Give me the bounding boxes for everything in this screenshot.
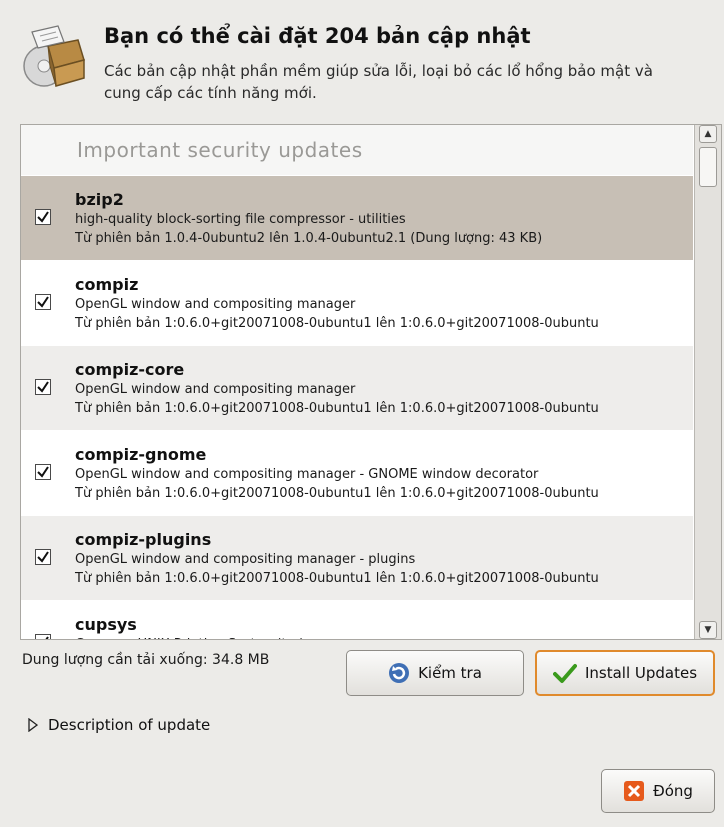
- update-version: Từ phiên bản 1:0.6.0+git20071008-0ubuntu…: [75, 316, 599, 331]
- update-description: Common UNIX Printing System(tm) - server: [75, 637, 358, 639]
- update-row[interactable]: bzip2 high-quality block-sorting file com…: [21, 175, 693, 260]
- description-expander[interactable]: Description of update: [28, 716, 210, 734]
- close-icon: [624, 781, 645, 801]
- update-description: OpenGL window and compositing manager - …: [75, 552, 416, 567]
- download-size-label: Dung lượng cần tải xuống: 34.8 MB: [22, 652, 270, 668]
- update-name: compiz: [75, 275, 139, 294]
- refresh-icon: [389, 663, 410, 683]
- scroll-up-button[interactable]: ▲: [699, 125, 717, 143]
- scrollbar-thumb[interactable]: [699, 147, 717, 187]
- update-checkbox[interactable]: [35, 209, 51, 225]
- update-row[interactable]: cupsys Common UNIX Printing System(tm) - …: [21, 600, 693, 639]
- update-description: OpenGL window and compositing manager: [75, 297, 356, 312]
- update-name: cupsys: [75, 615, 137, 634]
- checkmark-icon: [37, 381, 49, 393]
- update-version: Từ phiên bản 1:0.6.0+git20071008-0ubuntu…: [75, 486, 599, 501]
- update-version: Từ phiên bản 1:0.6.0+git20071008-0ubuntu…: [75, 571, 599, 586]
- checkmark-icon: [552, 664, 577, 683]
- close-button[interactable]: Đóng: [601, 769, 715, 813]
- page-subtitle: Các bản cập nhật phần mềm giúp sửa lỗi, …: [104, 62, 653, 102]
- update-row[interactable]: compiz-plugins OpenGL window and composit…: [21, 515, 693, 600]
- page-title: Bạn có thể cài đặt 204 bản cập nhật: [104, 24, 531, 48]
- checkmark-icon: [37, 466, 49, 478]
- close-button-label: Đóng: [653, 782, 693, 800]
- updates-list-frame: Important security updates bzip2 high-qua…: [20, 124, 722, 640]
- checkmark-icon: [37, 211, 49, 223]
- triangle-right-icon: [28, 718, 38, 732]
- checkmark-icon: [37, 551, 49, 563]
- update-checkbox[interactable]: [35, 549, 51, 565]
- install-updates-label: Install Updates: [584, 664, 698, 682]
- update-checkbox[interactable]: [35, 464, 51, 480]
- update-checkbox[interactable]: [35, 294, 51, 310]
- update-name: compiz-core: [75, 360, 185, 379]
- check-button[interactable]: Kiểm tra: [346, 650, 524, 696]
- update-checkbox[interactable]: [35, 379, 51, 395]
- scroll-down-button[interactable]: ▼: [699, 621, 717, 639]
- update-version: Từ phiên bản 1:0.6.0+git20071008-0ubuntu…: [75, 401, 599, 416]
- update-name: compiz-plugins: [75, 530, 212, 549]
- section-header: Important security updates: [21, 125, 693, 175]
- install-updates-button[interactable]: Install Updates: [535, 650, 715, 696]
- update-description: OpenGL window and compositing manager - …: [75, 467, 539, 482]
- package-box-icon: [23, 25, 85, 87]
- update-name: bzip2: [75, 190, 124, 209]
- scrollbar[interactable]: ▲ ▼: [694, 125, 721, 639]
- checkmark-icon: [45, 636, 49, 639]
- update-version: Từ phiên bản 1.0.4-0ubuntu2 lên 1.0.4-0u…: [75, 231, 543, 246]
- update-description: OpenGL window and compositing manager: [75, 382, 356, 397]
- update-name: compiz-gnome: [75, 445, 207, 464]
- updates-list[interactable]: Important security updates bzip2 high-qua…: [21, 125, 693, 639]
- checkmark-icon: [37, 296, 49, 308]
- update-description: high-quality block-sorting file compress…: [75, 212, 406, 227]
- update-row[interactable]: compiz OpenGL window and compositing mana…: [21, 260, 693, 345]
- header: Bạn có thể cài đặt 204 bản cập nhật Các …: [18, 20, 708, 120]
- description-expander-label: Description of update: [48, 716, 211, 734]
- update-row[interactable]: compiz-core OpenGL window and compositing…: [21, 345, 693, 430]
- update-checkbox[interactable]: [35, 634, 51, 639]
- update-row[interactable]: compiz-gnome OpenGL window and compositin…: [21, 430, 693, 515]
- check-button-label: Kiểm tra: [418, 664, 482, 682]
